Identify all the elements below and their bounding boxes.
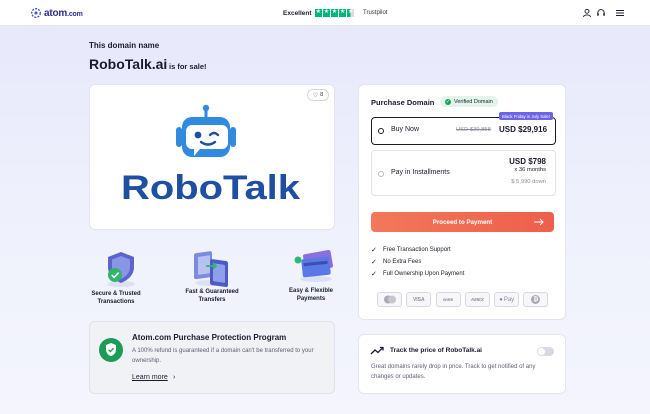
trend-chart-icon [370, 346, 384, 355]
star-half-icon: ★ [346, 9, 355, 17]
trustpilot-brand: Trustpilot [363, 10, 388, 16]
wire-transfer-icon: WIRE [435, 292, 461, 307]
verified-check-icon: ✓ [445, 98, 451, 105]
like-button[interactable]: ♡ 8 [307, 89, 329, 101]
feature-label: Transactions [97, 298, 135, 305]
svg-text:RoboTalk: RoboTalk [121, 169, 300, 204]
rating-label: Excellent [283, 9, 312, 17]
benefit-item: ✓ Full Ownership Upon Payment [371, 269, 464, 278]
feature-label: Transfers [198, 296, 226, 303]
benefit-label: Free Transaction Support [383, 246, 451, 253]
buy-now-radio[interactable] [378, 128, 384, 134]
like-count: 8 [320, 92, 324, 98]
benefit-item: ✓ Free Transaction Support [371, 245, 451, 254]
menu-icon[interactable] [615, 8, 625, 18]
feature-label: Easy & Flexible [288, 288, 334, 294]
logo-text: atom.com [44, 7, 83, 19]
check-icon: ✓ [371, 270, 377, 278]
installments-radio[interactable] [378, 171, 384, 177]
track-price-toggle[interactable] [537, 347, 554, 356]
atom-logo[interactable]: atom.com [30, 7, 83, 19]
installment-months: x 36 months [514, 167, 546, 173]
headset-icon[interactable] [596, 8, 606, 18]
amex-icon: AMEX [464, 292, 490, 307]
apple-icon: ● [499, 296, 503, 303]
arrow-right-icon[interactable] [533, 217, 545, 227]
mastercard-circles [383, 295, 396, 304]
check-icon: ✓ [371, 246, 377, 254]
chevron-right-icon[interactable]: › [173, 374, 175, 381]
verified-label: Verified Domain [454, 98, 493, 105]
payment-mark: AMEX [470, 297, 484, 302]
star-icon: ★ [338, 9, 347, 17]
feature-secure: Secure & Trusted Transactions [81, 291, 151, 306]
payment-mark: VISA [412, 296, 425, 303]
track-price-description: Great domains rarely drop in price. Trac… [371, 364, 536, 380]
buy-now-price: USD $29,916 [499, 125, 548, 134]
feature-fast: Fast & Guaranteed Transfers [177, 289, 247, 304]
robotalk-wordmark: RoboTalk [121, 169, 300, 204]
verified-domain-badge: ✓ Verified Domain [440, 96, 498, 107]
robot-logo-icon [176, 104, 236, 157]
payment-mark: Pay [503, 296, 515, 303]
benefit-item: ✓ No Extra Fees [371, 257, 421, 266]
domain-name-heading: RoboTalk.ai [89, 56, 168, 72]
down-payment: $ 5,990 down [511, 179, 546, 185]
benefit-label: Full Ownership Upon Payment [383, 270, 465, 277]
payment-methods: VISA WIRE AMEX ● Pay ₿ [377, 292, 553, 308]
feature-flexible: Easy & Flexible Payments [276, 288, 346, 303]
payment-mark: ₿ [531, 295, 541, 304]
apple-pay-icon: ● Pay [494, 292, 520, 307]
check-icon: ✓ [371, 258, 377, 266]
bitcoin-icon: ₿ [523, 292, 549, 307]
trustpilot-rating[interactable]: Excellent ★ ★ ★ ★ ★ Trustpilot [283, 8, 387, 18]
installments-label: Pay in Installments [391, 169, 450, 176]
top-navigation-bar: atom.com Excellent ★ ★ ★ ★ ★ Trustpilot [0, 0, 650, 26]
atom-logo-icon [31, 8, 41, 18]
user-icon[interactable] [582, 8, 592, 18]
purchase-domain-title: Purchase Domain [371, 98, 435, 107]
shield-check-icon [99, 338, 123, 362]
toggle-knob [538, 348, 545, 355]
feature-label: Payments [296, 295, 326, 302]
track-price-title: Track the price of RoboTalk.ai [390, 347, 482, 354]
benefit-label: No Extra Fees [383, 258, 422, 265]
star-icon: ★ [322, 9, 331, 17]
cards-icon [294, 250, 334, 282]
star-icon: ★ [330, 9, 339, 17]
payment-mark: WIRE [442, 297, 454, 302]
protection-title: Atom.com Purchase Protection Program [132, 333, 287, 342]
protection-description: A 100% refund is guaranteed if a domain … [132, 348, 314, 364]
for-sale-label: is for sale! [169, 62, 207, 71]
feature-label: Fast & Guaranteed [185, 289, 239, 295]
shield-check-icon [107, 252, 135, 287]
intro-label: This domain name [89, 41, 160, 50]
original-price: USD $39,858 [456, 127, 491, 133]
feature-label: Secure & Trusted [91, 291, 141, 297]
rating-stars: ★ ★ ★ ★ ★ [314, 9, 355, 17]
buy-now-label: Buy Now [391, 126, 420, 133]
visa-icon: VISA [406, 292, 432, 307]
mastercard-icon [377, 292, 402, 307]
installment-price: USD $798 [509, 157, 546, 166]
promo-badge: Black Friday in July Sale! [499, 112, 554, 120]
learn-more-link[interactable]: Learn more [132, 374, 168, 381]
star-icon: ★ [314, 9, 323, 17]
heart-icon: ♡ [312, 92, 319, 99]
transfer-icon [194, 251, 228, 288]
proceed-to-payment-button[interactable]: Proceed to Payment [371, 212, 554, 232]
